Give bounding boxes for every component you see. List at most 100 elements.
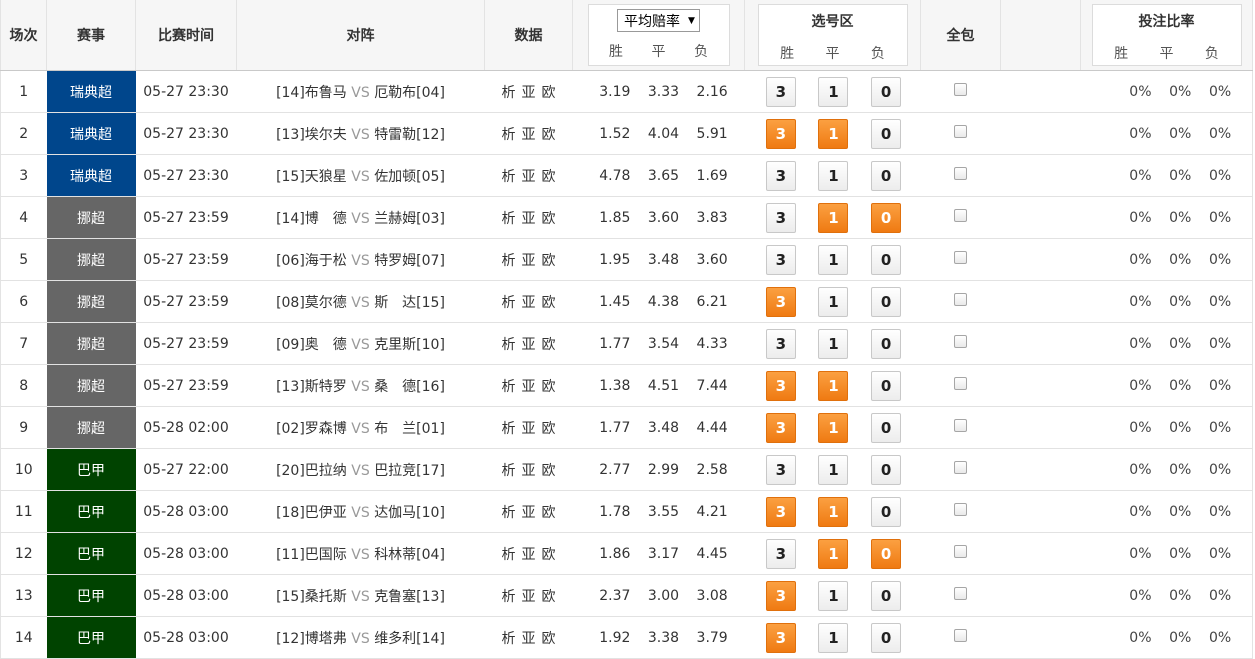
euro-odds-link[interactable]: 欧	[542, 463, 556, 479]
league-badge[interactable]: 瑞典超	[46, 112, 136, 155]
away-team[interactable]: 厄勒布[04]	[374, 85, 445, 101]
away-team[interactable]: 布 兰[01]	[374, 421, 445, 437]
league-badge[interactable]: 巴甲	[46, 616, 136, 659]
pick-lose-button[interactable]: 0	[871, 412, 902, 443]
pick-win-button[interactable]: 3	[765, 118, 796, 149]
asian-odds-link[interactable]: 亚	[522, 253, 536, 269]
pick-win-button[interactable]: 3	[765, 622, 796, 653]
select-all-checkbox[interactable]	[954, 167, 967, 180]
asian-odds-link[interactable]: 亚	[522, 85, 536, 101]
pick-draw-button[interactable]: 1	[818, 202, 849, 233]
pick-draw-button[interactable]: 1	[818, 370, 849, 401]
pick-win-button[interactable]: 3	[765, 76, 796, 107]
away-team[interactable]: 维多利[14]	[374, 631, 445, 647]
euro-odds-link[interactable]: 欧	[542, 253, 556, 269]
asian-odds-link[interactable]: 亚	[522, 631, 536, 647]
pick-draw-button[interactable]: 1	[818, 76, 849, 107]
league-badge[interactable]: 挪超	[46, 280, 136, 323]
home-team[interactable]: [15]桑托斯	[276, 589, 347, 605]
analysis-link[interactable]: 析	[502, 505, 516, 521]
select-all-checkbox[interactable]	[954, 251, 967, 264]
analysis-link[interactable]: 析	[502, 295, 516, 311]
league-badge[interactable]: 挪超	[46, 406, 136, 449]
euro-odds-link[interactable]: 欧	[542, 589, 556, 605]
pick-draw-button[interactable]: 1	[818, 454, 849, 485]
home-team[interactable]: [06]海于松	[276, 253, 347, 269]
select-all-checkbox[interactable]	[954, 335, 967, 348]
asian-odds-link[interactable]: 亚	[522, 337, 536, 353]
analysis-link[interactable]: 析	[502, 127, 516, 143]
analysis-link[interactable]: 析	[502, 253, 516, 269]
asian-odds-link[interactable]: 亚	[522, 211, 536, 227]
select-all-checkbox[interactable]	[954, 545, 967, 558]
pick-lose-button[interactable]: 0	[871, 202, 902, 233]
away-team[interactable]: 达伽马[10]	[374, 505, 445, 521]
euro-odds-link[interactable]: 欧	[542, 211, 556, 227]
pick-lose-button[interactable]: 0	[871, 76, 902, 107]
pick-lose-button[interactable]: 0	[871, 538, 902, 569]
league-badge[interactable]: 巴甲	[46, 448, 136, 491]
home-team[interactable]: [13]斯特罗	[276, 379, 347, 395]
league-badge[interactable]: 瑞典超	[46, 70, 136, 113]
analysis-link[interactable]: 析	[502, 589, 516, 605]
euro-odds-link[interactable]: 欧	[542, 631, 556, 647]
asian-odds-link[interactable]: 亚	[522, 589, 536, 605]
pick-lose-button[interactable]: 0	[871, 328, 902, 359]
pick-draw-button[interactable]: 1	[818, 160, 849, 191]
asian-odds-link[interactable]: 亚	[522, 505, 536, 521]
home-team[interactable]: [02]罗森博	[276, 421, 347, 437]
home-team[interactable]: [12]博塔弗	[276, 631, 347, 647]
pick-win-button[interactable]: 3	[765, 202, 796, 233]
pick-win-button[interactable]: 3	[765, 328, 796, 359]
pick-lose-button[interactable]: 0	[871, 496, 902, 527]
home-team[interactable]: [14]布鲁马	[276, 85, 347, 101]
asian-odds-link[interactable]: 亚	[522, 127, 536, 143]
pick-win-button[interactable]: 3	[765, 580, 796, 611]
select-all-checkbox[interactable]	[954, 587, 967, 600]
asian-odds-link[interactable]: 亚	[522, 379, 536, 395]
league-badge[interactable]: 挪超	[46, 196, 136, 239]
home-team[interactable]: [13]埃尔夫	[276, 127, 347, 143]
euro-odds-link[interactable]: 欧	[542, 85, 556, 101]
pick-lose-button[interactable]: 0	[871, 286, 902, 317]
euro-odds-link[interactable]: 欧	[542, 547, 556, 563]
asian-odds-link[interactable]: 亚	[522, 421, 536, 437]
euro-odds-link[interactable]: 欧	[542, 127, 556, 143]
select-all-checkbox[interactable]	[954, 377, 967, 390]
home-team[interactable]: [18]巴伊亚	[276, 505, 347, 521]
analysis-link[interactable]: 析	[502, 421, 516, 437]
euro-odds-link[interactable]: 欧	[542, 379, 556, 395]
pick-lose-button[interactable]: 0	[871, 370, 902, 401]
analysis-link[interactable]: 析	[502, 631, 516, 647]
away-team[interactable]: 巴拉竞[17]	[374, 463, 445, 479]
select-all-checkbox[interactable]	[954, 209, 967, 222]
analysis-link[interactable]: 析	[502, 85, 516, 101]
away-team[interactable]: 特罗姆[07]	[374, 253, 445, 269]
league-badge[interactable]: 挪超	[46, 364, 136, 407]
pick-win-button[interactable]: 3	[765, 454, 796, 485]
away-team[interactable]: 兰赫姆[03]	[374, 211, 445, 227]
home-team[interactable]: [15]天狼星	[276, 169, 347, 185]
euro-odds-link[interactable]: 欧	[542, 421, 556, 437]
select-all-checkbox[interactable]	[954, 629, 967, 642]
home-team[interactable]: [20]巴拉纳	[276, 463, 347, 479]
asian-odds-link[interactable]: 亚	[522, 295, 536, 311]
pick-win-button[interactable]: 3	[765, 370, 796, 401]
league-badge[interactable]: 挪超	[46, 322, 136, 365]
away-team[interactable]: 斯 达[15]	[374, 295, 445, 311]
league-badge[interactable]: 巴甲	[46, 490, 136, 533]
pick-win-button[interactable]: 3	[765, 244, 796, 275]
pick-win-button[interactable]: 3	[765, 496, 796, 527]
pick-draw-button[interactable]: 1	[818, 286, 849, 317]
pick-lose-button[interactable]: 0	[871, 622, 902, 653]
pick-lose-button[interactable]: 0	[871, 580, 902, 611]
league-badge[interactable]: 巴甲	[46, 574, 136, 617]
pick-lose-button[interactable]: 0	[871, 160, 902, 191]
analysis-link[interactable]: 析	[502, 379, 516, 395]
pick-win-button[interactable]: 3	[765, 160, 796, 191]
pick-win-button[interactable]: 3	[765, 538, 796, 569]
pick-draw-button[interactable]: 1	[818, 244, 849, 275]
away-team[interactable]: 特雷勒[12]	[374, 127, 445, 143]
asian-odds-link[interactable]: 亚	[522, 169, 536, 185]
home-team[interactable]: [08]莫尔德	[276, 295, 347, 311]
